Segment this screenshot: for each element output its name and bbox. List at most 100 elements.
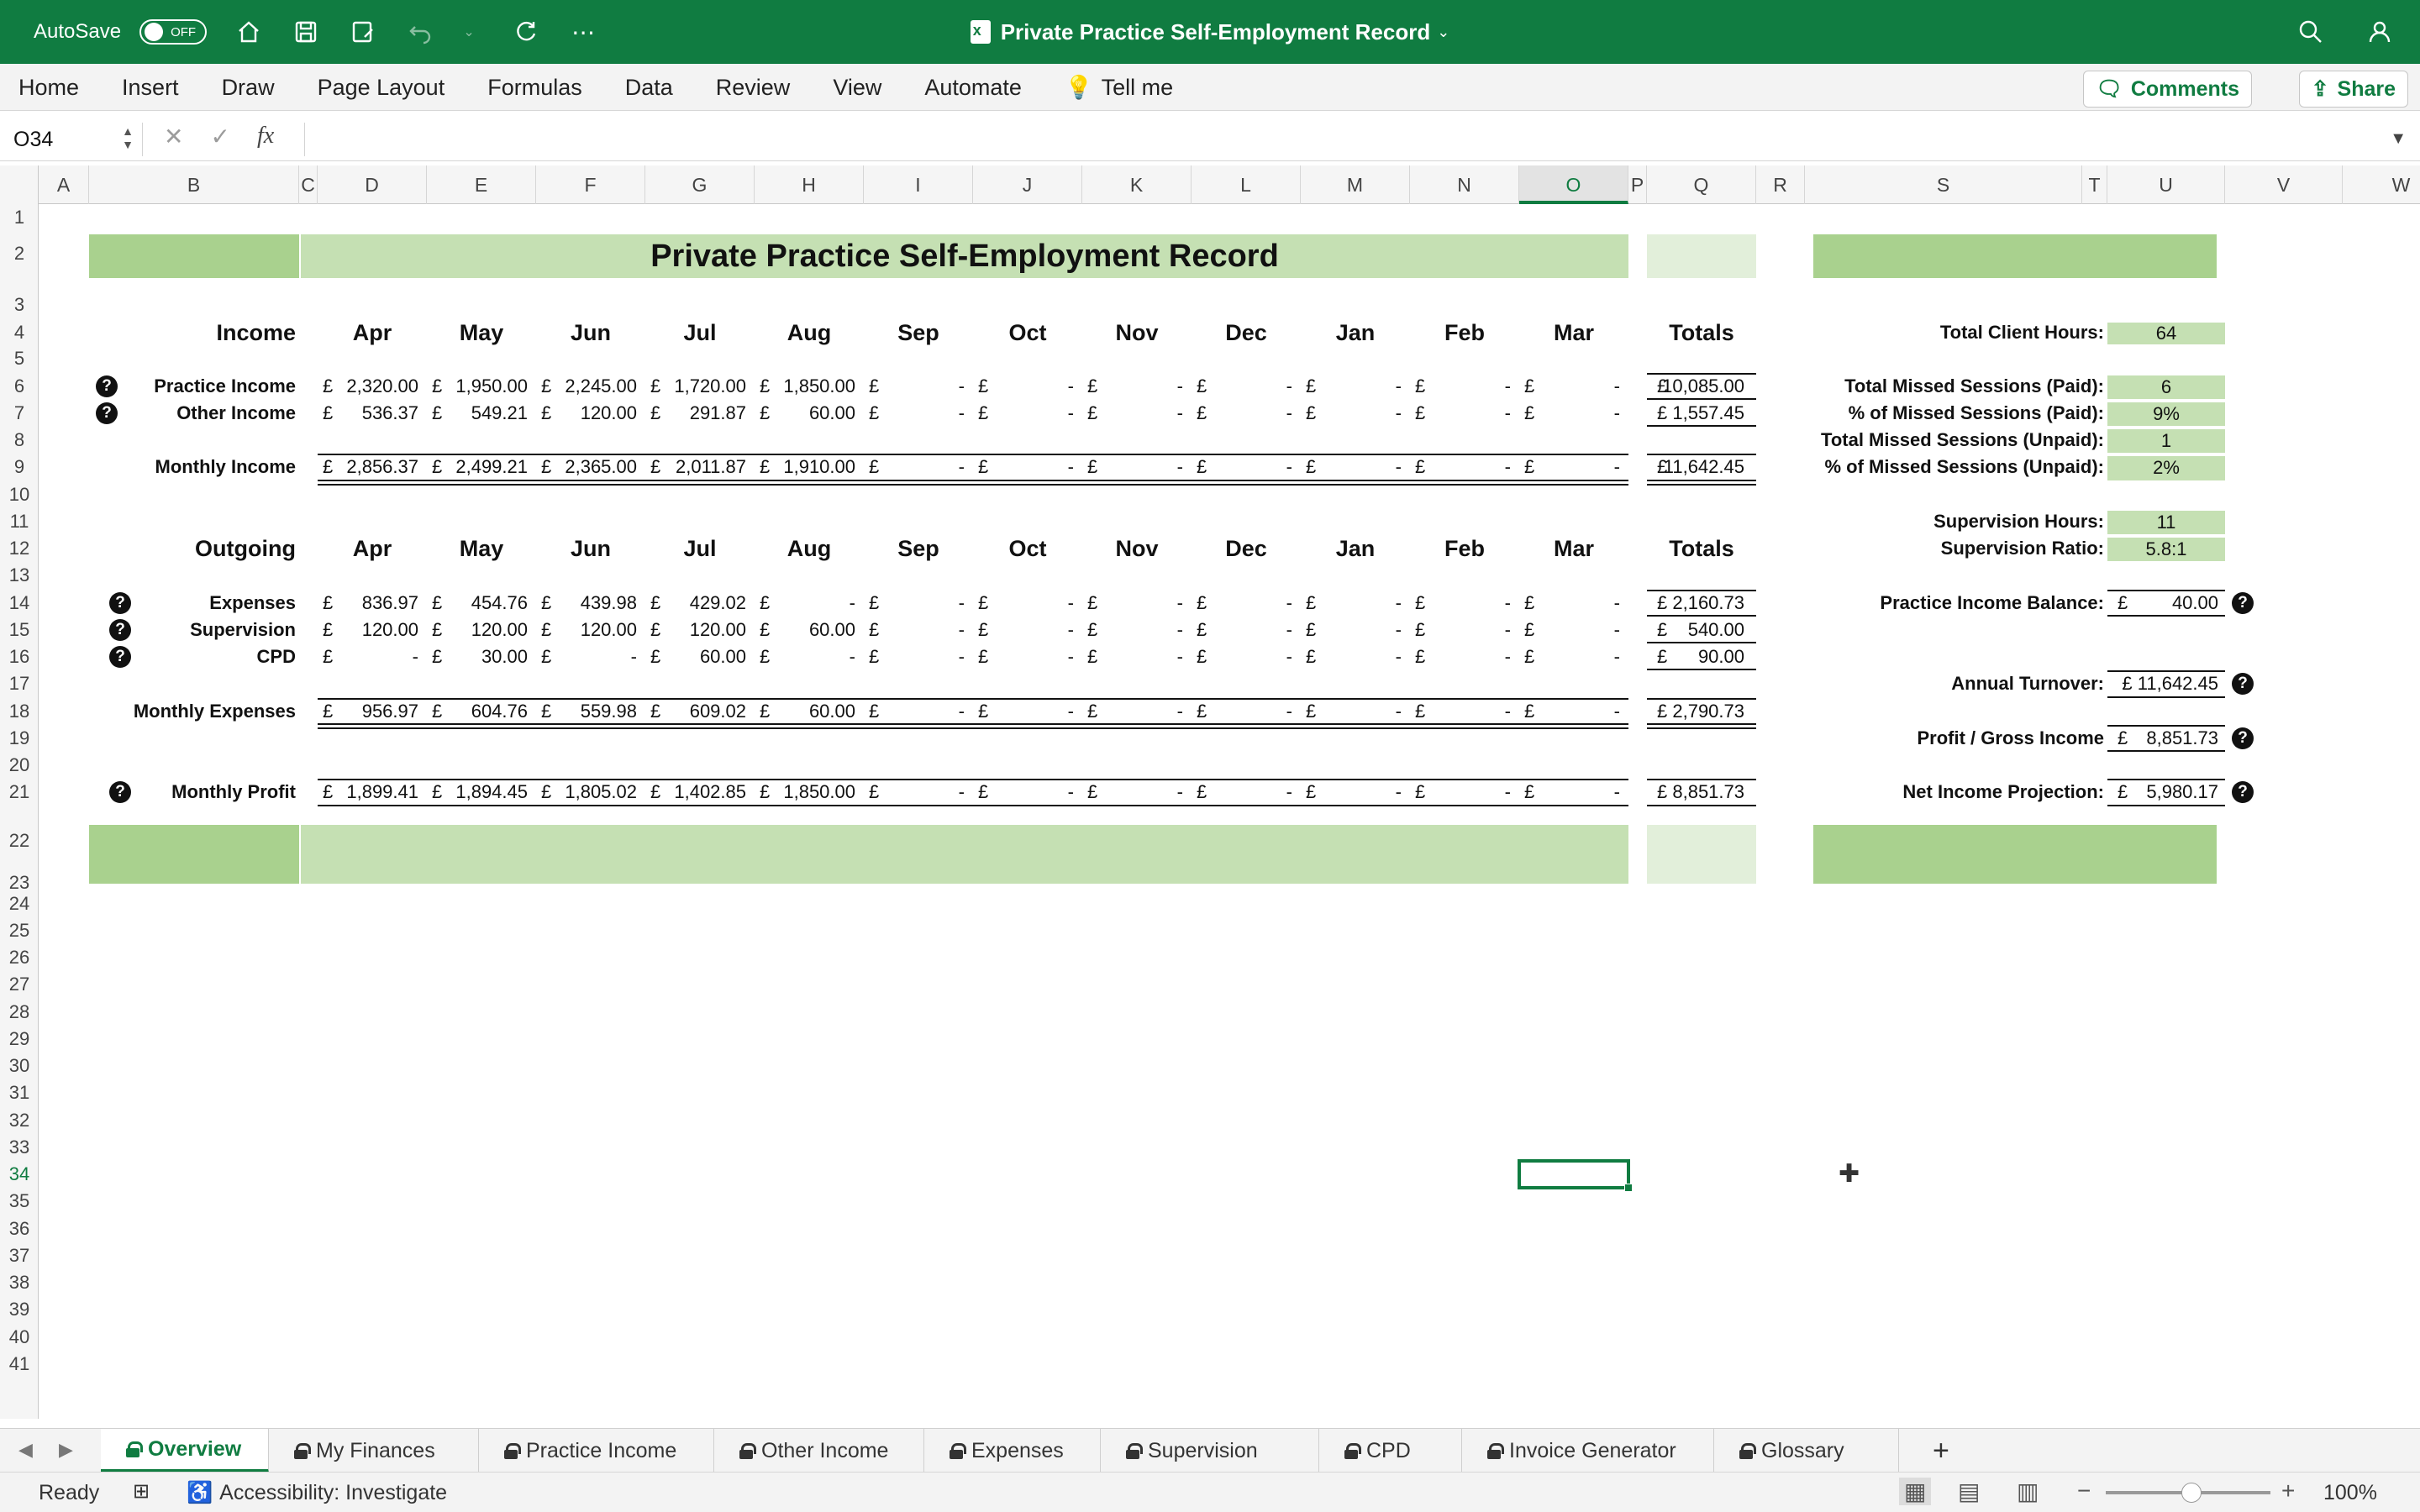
worksheet-grid[interactable]: ABCDEFGHIJKLMNOPQRSTUVW 1 2 3 4 5 6 7 8 9 10 11 12 1… <box>0 165 2420 1419</box>
zoom-in-icon[interactable]: + <box>2281 1478 2295 1504</box>
zoom-level[interactable]: 100% <box>2323 1481 2377 1505</box>
sheet-tab-my-finances[interactable]: My Finances <box>269 1429 479 1473</box>
sheet-tab-other-income[interactable]: Other Income <box>714 1429 924 1473</box>
row-header-29[interactable]: 29 <box>0 1026 39 1053</box>
help-icon-stat-0[interactable]: ? <box>2232 591 2254 614</box>
row-header-24[interactable]: 24 <box>0 890 39 917</box>
function-icon[interactable]: fx <box>257 123 274 150</box>
column-header-l[interactable]: L <box>1192 165 1301 204</box>
row-header-33[interactable]: 33 <box>0 1134 39 1161</box>
add-sheet-icon[interactable]: + <box>1907 1429 1958 1473</box>
row-header-28[interactable]: 28 <box>0 999 39 1026</box>
row-header-21[interactable]: 21 <box>0 779 39 806</box>
zoom-out-icon[interactable]: − <box>2077 1478 2091 1504</box>
row-header-14[interactable]: 14 <box>0 590 39 617</box>
tab-data[interactable]: Data <box>625 75 673 101</box>
row-header-20[interactable]: 20 <box>0 752 39 779</box>
sheet-tab-cpd[interactable]: CPD <box>1319 1429 1462 1473</box>
search-icon[interactable] <box>2296 17 2326 47</box>
undo-icon[interactable] <box>405 17 435 47</box>
row-header-31[interactable]: 31 <box>0 1079 39 1106</box>
help-icon-stat-1[interactable]: ? <box>2232 673 2254 696</box>
zoom-slider[interactable] <box>2106 1483 2270 1503</box>
tab-draw[interactable]: Draw <box>222 75 275 101</box>
column-header-n[interactable]: N <box>1410 165 1519 204</box>
row-header-41[interactable]: 41 <box>0 1351 39 1378</box>
row-header-1[interactable]: 1 <box>0 204 39 231</box>
row-header-32[interactable]: 32 <box>0 1107 39 1134</box>
tab-view[interactable]: View <box>833 75 881 101</box>
column-header-j[interactable]: J <box>973 165 1082 204</box>
column-header-d[interactable]: D <box>318 165 427 204</box>
redo-icon[interactable] <box>511 17 541 47</box>
row-header-36[interactable]: 36 <box>0 1215 39 1242</box>
expand-formula-icon[interactable]: ▼ <box>2390 129 2407 149</box>
row-header-39[interactable]: 39 <box>0 1296 39 1323</box>
save-as-icon[interactable] <box>348 17 378 47</box>
tab-review[interactable]: Review <box>716 75 791 101</box>
select-all-corner[interactable] <box>0 165 39 204</box>
row-header-16[interactable]: 16 <box>0 643 39 670</box>
row-header-17[interactable]: 17 <box>0 670 39 697</box>
share-button[interactable]: ⇪ Share <box>2298 71 2408 108</box>
row-header-5[interactable]: 5 <box>0 345 39 372</box>
sheet-tab-expenses[interactable]: Expenses <box>924 1429 1101 1473</box>
help-icon-stat-2[interactable]: ? <box>2232 727 2254 749</box>
account-icon[interactable] <box>2365 17 2395 47</box>
next-sheet-icon[interactable]: ▶ <box>59 1439 73 1461</box>
row-header-6[interactable]: 6 <box>0 373 39 400</box>
tab-page-layout[interactable]: Page Layout <box>318 75 445 101</box>
sheet-tab-invoice-generator[interactable]: Invoice Generator <box>1462 1429 1714 1473</box>
help-icon-cpd[interactable]: ? <box>109 646 131 669</box>
column-header-r[interactable]: R <box>1756 165 1805 204</box>
row-header-40[interactable]: 40 <box>0 1324 39 1351</box>
active-cell-o34[interactable] <box>1518 1159 1633 1193</box>
row-header-18[interactable]: 18 <box>0 698 39 725</box>
help-icon-other-income[interactable]: ? <box>96 402 118 424</box>
row-header-11[interactable]: 11 <box>0 508 39 535</box>
row-header-3[interactable]: 3 <box>0 276 39 320</box>
column-header-a[interactable]: A <box>39 165 89 204</box>
row-header-19[interactable]: 19 <box>0 725 39 752</box>
column-header-o[interactable]: O <box>1519 165 1628 204</box>
column-header-k[interactable]: K <box>1082 165 1192 204</box>
home-icon[interactable] <box>234 17 264 47</box>
column-header-w[interactable]: W <box>2343 165 2420 204</box>
column-header-i[interactable]: I <box>864 165 973 204</box>
column-header-h[interactable]: H <box>755 165 864 204</box>
row-header-25[interactable]: 25 <box>0 917 39 944</box>
tab-home[interactable]: Home <box>18 75 79 101</box>
sheet-tab-glossary[interactable]: Glossary <box>1714 1429 1899 1473</box>
row-header-23[interactable]: 23 <box>0 862 39 893</box>
row-header-37[interactable]: 37 <box>0 1242 39 1269</box>
name-box[interactable]: O34 ▲ ▼ <box>0 123 143 156</box>
confirm-icon[interactable]: ✓ <box>210 123 229 150</box>
column-header-u[interactable]: U <box>2107 165 2225 204</box>
row-header-2[interactable]: 2 <box>0 231 39 276</box>
row-header-35[interactable]: 35 <box>0 1188 39 1215</box>
tab-insert[interactable]: Insert <box>122 75 179 101</box>
column-header-q[interactable]: Q <box>1647 165 1756 204</box>
tab-automate[interactable]: Automate <box>924 75 1022 101</box>
accessibility-status[interactable]: ♿ Accessibility: Investigate <box>187 1481 447 1505</box>
row-header-38[interactable]: 38 <box>0 1269 39 1296</box>
row-header-9[interactable]: 9 <box>0 454 39 480</box>
cancel-icon[interactable]: ✕ <box>164 123 183 150</box>
row-header-30[interactable]: 30 <box>0 1053 39 1079</box>
chevron-down-icon[interactable]: ⌄ <box>454 17 484 47</box>
column-header-t[interactable]: T <box>2082 165 2107 204</box>
row-header-22[interactable]: 22 <box>0 806 39 862</box>
help-icon-stat-3[interactable]: ? <box>2232 781 2254 804</box>
autosave-toggle[interactable]: OFF <box>139 19 208 45</box>
help-icon-supervision[interactable]: ? <box>109 618 131 641</box>
prev-sheet-icon[interactable]: ◀ <box>18 1439 33 1461</box>
tell-me[interactable]: 💡 Tell me <box>1065 74 1173 101</box>
help-icon-expenses[interactable]: ? <box>109 591 131 614</box>
row-header-7[interactable]: 7 <box>0 400 39 427</box>
normal-view-icon[interactable]: ▦ <box>1899 1478 1932 1505</box>
column-header-v[interactable]: V <box>2225 165 2343 204</box>
save-icon[interactable] <box>291 17 321 47</box>
comments-button[interactable]: 🗨 Comments <box>2083 71 2252 108</box>
more-icon[interactable]: ⋯ <box>568 17 598 47</box>
name-box-stepper-icon[interactable]: ▲ ▼ <box>122 124 134 151</box>
